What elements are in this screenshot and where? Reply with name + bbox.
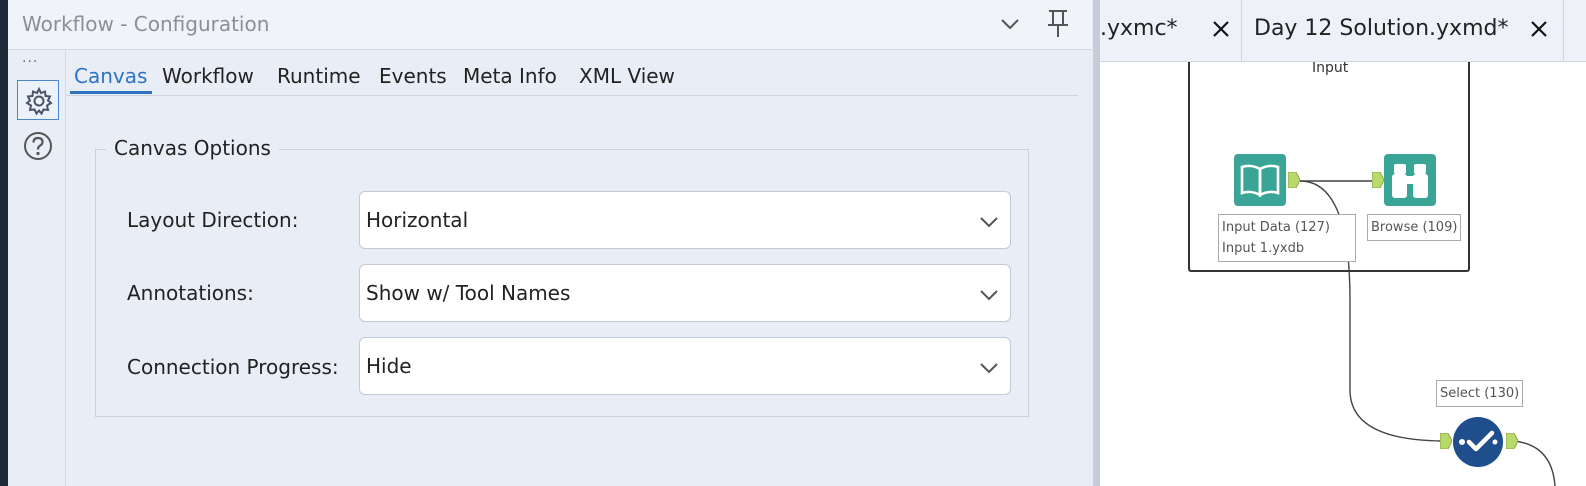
settings-button[interactable] <box>17 80 59 120</box>
panel-title: Workflow - Configuration <box>22 12 270 36</box>
layout-direction-value: Horizontal <box>366 208 469 232</box>
tab-events[interactable]: Events <box>379 64 447 88</box>
chevron-down-icon <box>980 290 998 301</box>
connection-progress-dropdown[interactable]: Hide <box>359 337 1011 395</box>
chevron-down-icon[interactable] <box>998 12 1022 36</box>
annotations-dropdown[interactable]: Show w/ Tool Names <box>359 264 1011 322</box>
input-data-annotation: Input Data (127) Input 1.yxdb <box>1218 214 1356 262</box>
tab-workflow[interactable]: Workflow <box>162 64 254 88</box>
input-data-tool[interactable] <box>1234 154 1286 206</box>
output-anchor[interactable] <box>1506 433 1518 449</box>
close-icon[interactable] <box>1210 18 1232 40</box>
browse-name: Browse (109) <box>1371 220 1458 235</box>
config-tab-bar: Canvas Workflow Runtime Events Meta Info… <box>66 50 1078 96</box>
browse-annotation: Browse (109) <box>1367 214 1462 241</box>
doc-tab-macro[interactable]: .yxmc* <box>1100 0 1242 62</box>
layout-direction-dropdown[interactable]: Horizontal <box>359 191 1011 249</box>
layout-direction-label: Layout Direction: <box>127 208 299 232</box>
container-title: Input <box>1312 60 1349 76</box>
side-rail: ··· <box>8 50 66 486</box>
configuration-panel: Workflow - Configuration ··· Canvas Work… <box>8 0 1094 486</box>
canvas-options-legend: Canvas Options <box>106 136 279 160</box>
document-tab-bar: .yxmc* Day 12 Solution.yxmd* <box>1100 0 1586 62</box>
annotations-label: Annotations: <box>127 281 254 305</box>
doc-tab-label: Day 12 Solution.yxmd* <box>1254 16 1509 41</box>
workflow-canvas[interactable]: Input .yxmc* Day 12 Solution.yxmd* Input… <box>1100 0 1586 486</box>
connection-progress-value: Hide <box>366 354 412 378</box>
help-icon[interactable] <box>22 130 54 162</box>
browse-tool[interactable] <box>1384 154 1436 206</box>
input-data-name: Input Data (127) <box>1222 220 1330 235</box>
select-tool[interactable] <box>1452 416 1504 468</box>
chevron-down-icon <box>980 363 998 374</box>
tab-canvas[interactable]: Canvas <box>74 64 147 88</box>
more-options-dots[interactable]: ··· <box>22 54 38 70</box>
input-anchor[interactable] <box>1440 433 1452 449</box>
pin-icon[interactable] <box>1044 8 1072 40</box>
close-icon[interactable] <box>1528 18 1550 40</box>
select-name: Select (130) <box>1440 386 1520 401</box>
input-anchor[interactable] <box>1372 172 1384 188</box>
tab-xml-view[interactable]: XML View <box>579 64 675 88</box>
tab-meta-info[interactable]: Meta Info <box>463 64 557 88</box>
connection-progress-label: Connection Progress: <box>127 355 339 379</box>
annotations-value: Show w/ Tool Names <box>366 281 571 305</box>
output-anchor[interactable] <box>1288 172 1300 188</box>
input-data-file: Input 1.yxdb <box>1222 241 1305 256</box>
active-tab-indicator <box>70 91 152 94</box>
select-annotation: Select (130) <box>1436 380 1524 407</box>
doc-tab-day12-solution[interactable]: Day 12 Solution.yxmd* <box>1242 0 1564 62</box>
app-left-edge <box>0 0 8 486</box>
canvas-options-group: Canvas Options Layout Direction: Horizon… <box>95 136 1029 417</box>
panel-header: Workflow - Configuration <box>8 0 1092 50</box>
gear-icon <box>25 86 53 116</box>
doc-tab-label: .yxmc* <box>1100 16 1178 41</box>
chevron-down-icon <box>980 217 998 228</box>
tab-runtime[interactable]: Runtime <box>277 64 361 88</box>
